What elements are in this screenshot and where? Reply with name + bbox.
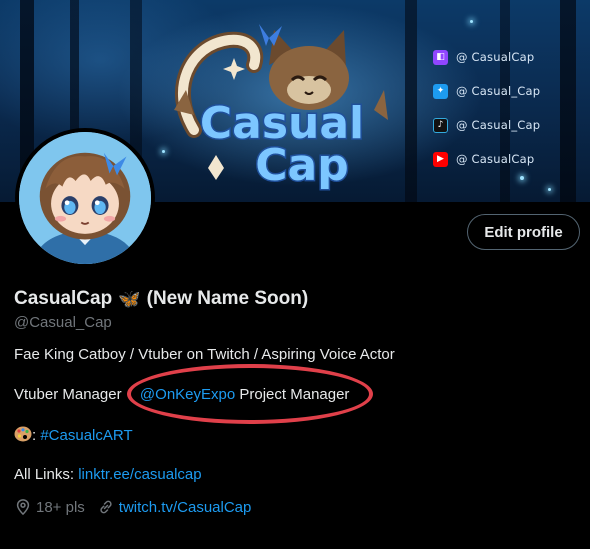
location-text: 18+ pls	[36, 498, 85, 516]
banner-socials: ◧ @ CasualCap ✦ @ Casual_Cap ♪ @ Casual_…	[433, 40, 540, 176]
banner-social-handle: @ CasualCap	[456, 152, 535, 166]
profile-location: 18+ pls	[14, 498, 85, 516]
banner-sparkle	[162, 150, 165, 153]
link-icon	[100, 500, 112, 514]
profile-meta: 18+ pls twitch.tv/CasualCap	[14, 498, 263, 516]
bio-line: Fae King Catboy / Vtuber on Twitch / Asp…	[14, 346, 395, 363]
casualcart-hashtag-link[interactable]: #CasualcART	[40, 427, 132, 444]
casualcap-logo: Casual Cap	[174, 10, 394, 200]
banner-sparkle	[470, 20, 473, 23]
display-name-suffix: (New Name Soon)	[146, 288, 309, 309]
banner-social-twitch: ◧ @ CasualCap	[433, 40, 540, 74]
logo-text-cap: Cap	[255, 140, 348, 191]
banner-social-tiktok: ♪ @ Casual_Cap	[433, 108, 540, 142]
youtube-icon: ▶	[433, 151, 448, 167]
banner-sparkle	[548, 188, 551, 191]
linktree-link[interactable]: linktr.ee/casualcap	[78, 466, 201, 483]
banner-social-youtube: ▶ @ CasualCap	[433, 142, 540, 176]
bio-line-art: : #CasualcART	[14, 426, 133, 444]
profile-avatar[interactable]	[15, 128, 155, 268]
display-name: CasualCap 🦋 (New Name Soon)	[14, 288, 308, 310]
bio-text: :	[32, 427, 37, 444]
banner-tree	[560, 0, 576, 202]
banner-social-handle: @ Casual_Cap	[456, 84, 541, 98]
red-circle-annotation	[127, 364, 373, 424]
tiktok-icon: ♪	[433, 117, 448, 133]
banner-social-twitter: ✦ @ Casual_Cap	[433, 74, 540, 108]
bio-text: All Links:	[14, 466, 75, 483]
banner-social-handle: @ Casual_Cap	[456, 118, 541, 132]
banner-social-handle: @ CasualCap	[456, 50, 535, 64]
twitch-icon: ◧	[433, 49, 448, 65]
butterfly-emoji-icon: 🦋	[118, 288, 141, 310]
edit-profile-button[interactable]: Edit profile	[467, 214, 580, 250]
artist-palette-icon	[14, 426, 32, 442]
location-pin-icon	[16, 499, 30, 516]
banner-tree	[405, 0, 417, 202]
bio-text: Vtuber Manager	[14, 386, 122, 403]
profile-website: twitch.tv/CasualCap	[97, 498, 252, 516]
profile-handle: @Casual_Cap	[14, 314, 112, 331]
twitter-icon: ✦	[433, 83, 448, 99]
website-link[interactable]: twitch.tv/CasualCap	[119, 499, 252, 516]
banner-sparkle	[520, 176, 524, 180]
bio-line-links: All Links: linktr.ee/casualcap	[14, 466, 202, 483]
display-name-text: CasualCap	[14, 288, 113, 309]
